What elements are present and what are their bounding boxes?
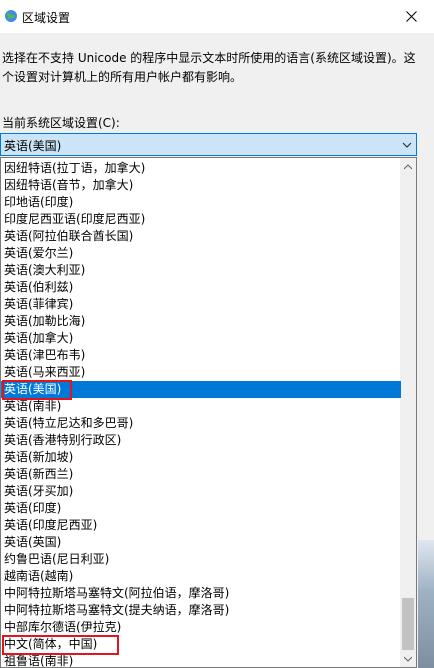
locale-option[interactable]: 英语(津巴布韦)	[1, 347, 401, 364]
chevron-up-icon	[404, 163, 412, 169]
highlight-box	[2, 380, 72, 400]
locale-dropdown-list[interactable]: 因纽特语(拉丁语，加拿大) 因纽特语(音节，加拿大) 印地语(印度) 印度尼西亚语(印…	[0, 157, 417, 668]
locale-option[interactable]: 英语(新加坡)	[1, 449, 401, 466]
chevron-down-icon	[404, 656, 412, 662]
locale-option[interactable]: 英语(英国)	[1, 534, 401, 551]
description-text: 选择在不支持 Unicode 的程序中显示文本时所使用的语言(系统区域设置)。这…	[2, 51, 416, 84]
globe-icon	[5, 10, 17, 22]
locale-option[interactable]: 英语(印度)	[1, 500, 401, 517]
locale-option[interactable]: 印度尼西亚语(印度尼西亚)	[1, 211, 401, 228]
locale-option[interactable]: 印地语(印度)	[1, 194, 401, 211]
locale-option[interactable]: 英语(新西兰)	[1, 466, 401, 483]
locale-option[interactable]: 中阿特拉斯塔马塞特文(阿拉伯语，摩洛哥)	[1, 585, 401, 602]
locale-option[interactable]: 英语(马来西亚)	[1, 364, 401, 381]
close-icon	[405, 11, 417, 22]
locale-option[interactable]: 英语(特立尼达和多巴哥)	[1, 415, 401, 432]
locale-option[interactable]: 英语(香港特别行政区)	[1, 432, 401, 449]
locale-option[interactable]: 越南语(越南)	[1, 568, 401, 585]
background-image	[418, 540, 434, 668]
locale-option[interactable]: 英语(印度尼西亚)	[1, 517, 401, 534]
dropdown-scrollbar[interactable]	[400, 158, 416, 667]
locale-option[interactable]: 英语(爱尔兰)	[1, 245, 401, 262]
combobox-value: 英语(美国)	[4, 139, 62, 153]
locale-option[interactable]: 祖鲁语(南非)	[1, 653, 401, 667]
locale-option[interactable]: 英语(菲律宾)	[1, 296, 401, 313]
locale-option[interactable]: 英语(南非)	[1, 398, 401, 415]
locale-option[interactable]: 约鲁巴语(尼日利亚)	[1, 551, 401, 568]
scroll-up-button[interactable]	[400, 158, 416, 175]
locale-option[interactable]: 中部库尔德语(伊拉克)	[1, 619, 401, 636]
scroll-down-button[interactable]	[400, 650, 416, 667]
locale-combobox[interactable]: 英语(美国)	[0, 133, 417, 156]
close-button[interactable]	[388, 0, 434, 33]
locale-option[interactable]: 英语(加勒比海)	[1, 313, 401, 330]
region-settings-dialog: 区域设置 选择在不支持 Unicode 的程序中显示文本时所使用的语言(系统区域…	[0, 0, 434, 668]
window-title: 区域设置	[22, 11, 71, 25]
locale-option[interactable]: 因纽特语(音节，加拿大)	[1, 177, 401, 194]
locale-option[interactable]: 英语(伯利兹)	[1, 279, 401, 296]
locale-option[interactable]: 英语(澳大利亚)	[1, 262, 401, 279]
locale-option[interactable]: 因纽特语(拉丁语，加拿大)	[1, 160, 401, 177]
locale-option[interactable]: 英语(加拿大)	[1, 330, 401, 347]
scroll-thumb[interactable]	[402, 598, 414, 650]
highlight-box	[2, 635, 119, 655]
chevron-down-icon	[402, 142, 412, 148]
current-locale-label: 当前系统区域设置(C):	[2, 116, 120, 130]
locale-option[interactable]: 英语(阿拉伯联合酋长国)	[1, 228, 401, 245]
locale-option[interactable]: 英语(牙买加)	[1, 483, 401, 500]
locale-option[interactable]: 中阿特拉斯塔马塞特文(提夫纳语，摩洛哥)	[1, 602, 401, 619]
title-bar: 区域设置	[0, 0, 434, 33]
